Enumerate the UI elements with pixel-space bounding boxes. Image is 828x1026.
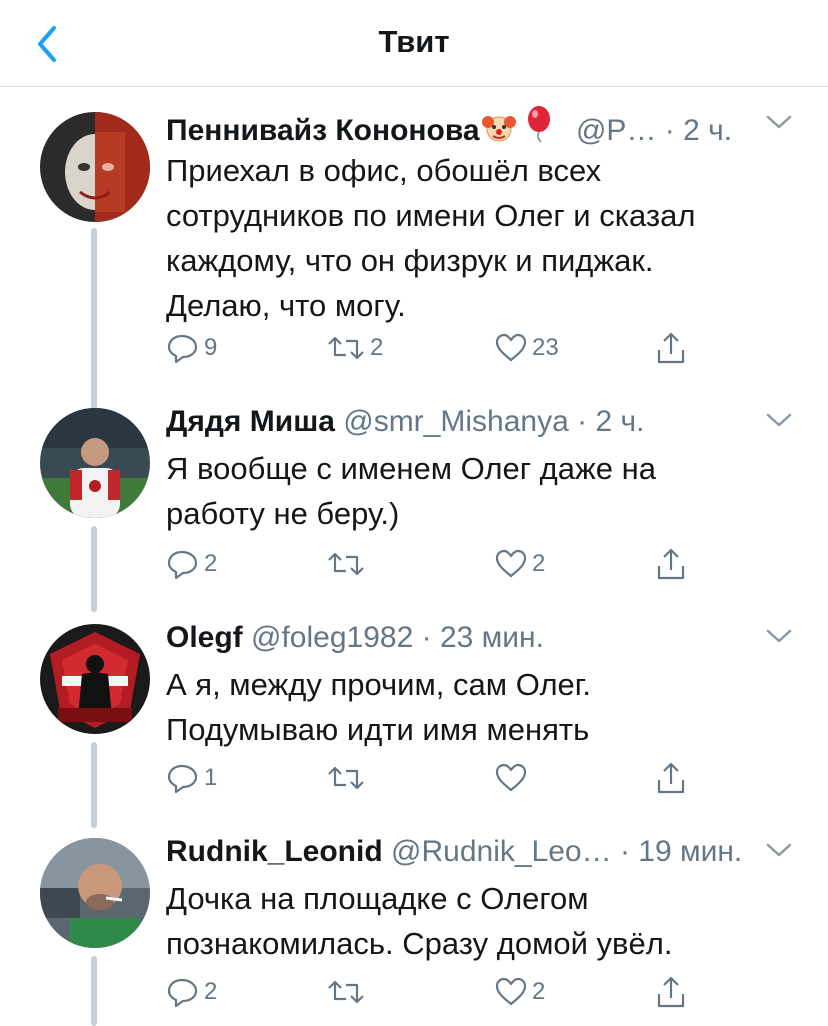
page-title: Твит [378,24,450,59]
top-nav-bar: Твит [0,0,828,87]
reply-icon [167,764,198,794]
avatar[interactable] [40,838,150,948]
heart-icon [495,333,527,362]
retweet-icon [328,552,364,576]
tweet-actions: 9 2 23 [166,330,726,366]
chevron-down-icon [766,115,792,129]
tweet-text: Я вообще с именем Олег даже на работу не… [166,451,656,531]
retweet-button[interactable] [326,974,370,1010]
tweet-actions: 1 [166,760,726,796]
chevron-down-icon [766,629,792,643]
chevron-down-icon [766,843,792,857]
retweet-icon [328,766,364,790]
author-handle[interactable]: @Rudnik_Leo… [391,835,612,868]
thread-line [91,526,97,612]
like-button[interactable] [494,760,532,796]
tweet-meta: Дядя Миша @smr_Mishanya · 2 ч. [166,405,645,438]
retweet-icon [328,336,364,360]
avatar[interactable] [40,112,150,222]
tweet-menu-button[interactable] [764,840,794,860]
reply-icon [167,978,198,1008]
tweet-text: Дочка на площадке с Олегом познакомилась… [166,881,673,961]
tweet-meta: Olegf @foleg1982 · 23 мин. [166,621,544,654]
author-handle[interactable]: @smr_Mishanya [343,405,569,438]
share-button[interactable] [654,330,688,366]
tweet-menu-button[interactable] [764,112,794,132]
share-icon [657,976,685,1008]
tweet-actions: 2 2 [166,546,726,582]
retweet-button[interactable] [326,546,370,582]
tweet-menu-button[interactable] [764,410,794,430]
reply-button[interactable]: 9 [166,330,217,366]
tweet-time[interactable]: 23 мин. [440,621,544,654]
retweet-icon [328,980,364,1004]
like-button[interactable]: 23 [494,330,559,366]
author-handle[interactable]: @P… [576,114,656,147]
retweet-button[interactable] [326,760,370,796]
author-name[interactable]: Rudnik_Leonid [166,835,383,868]
tweet-time[interactable]: 2 ч. [683,114,732,147]
chevron-down-icon [766,413,792,427]
author-name[interactable]: Olegf [166,621,243,654]
like-button[interactable]: 2 [494,546,545,582]
reply-icon [167,334,198,364]
heart-icon [495,763,527,792]
tweet-text: А я, между прочим, сам Олег. Подумываю и… [166,667,591,747]
reply-icon [167,550,198,580]
share-icon [657,332,685,364]
share-icon [657,762,685,794]
avatar[interactable] [40,408,150,518]
author-handle[interactable]: @foleg1982 [251,621,413,654]
tweet-time[interactable]: 2 ч. [595,405,644,438]
reply-button[interactable]: 1 [166,760,217,796]
tweet-meta: Пеннивайз Кононова @P… · 2 ч. [166,104,732,147]
retweet-button[interactable]: 2 [326,330,383,366]
thread-line [91,742,97,828]
share-icon [657,548,685,580]
tweet-time[interactable]: 19 мин. [638,835,742,868]
reply-button[interactable]: 2 [166,546,217,582]
tweet-meta: Rudnik_Leonid @Rudnik_Leo… · 19 мин. [166,835,743,868]
avatar[interactable] [40,624,150,734]
tweet-text: Приехал в офис, обошёл всех сотрудников … [166,153,696,323]
heart-icon [495,549,527,578]
share-button[interactable] [654,760,688,796]
like-button[interactable]: 2 [494,974,545,1010]
heart-icon [495,977,527,1006]
reply-button[interactable]: 2 [166,974,217,1010]
author-name[interactable]: Дядя Миша [166,405,335,438]
author-name[interactable]: Пеннивайз Кононова [166,114,480,147]
tweet-menu-button[interactable] [764,626,794,646]
tweet-actions: 2 2 [166,974,726,1010]
share-button[interactable] [654,546,688,582]
share-button[interactable] [654,974,688,1010]
